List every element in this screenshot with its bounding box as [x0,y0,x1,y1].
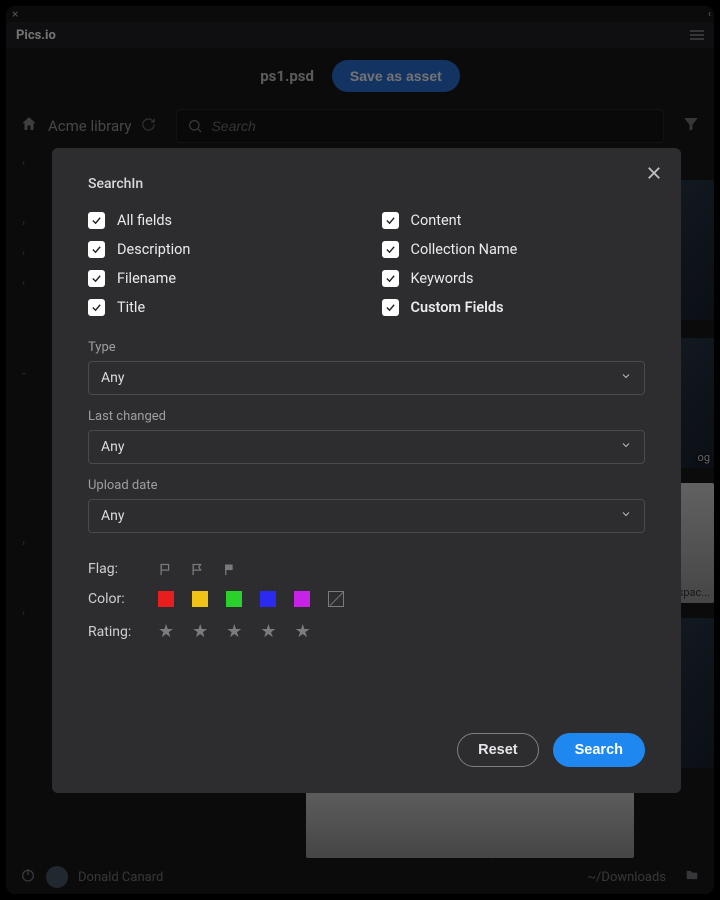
checkbox-icon [382,212,399,229]
checkbox-label: Description [117,241,190,258]
dropdown-value: Any [101,508,125,524]
checkbox-label: All fields [117,212,172,229]
rating-row: Rating: ★ ★ ★ ★ ★ [88,621,645,642]
star-icon[interactable]: ★ [192,621,208,642]
checkbox-icon [382,299,399,316]
dropdown-value: Any [101,439,125,455]
checkbox-label: Content [411,212,462,229]
upload-date-label: Upload date [88,478,645,493]
color-row: Color: [88,591,645,607]
last-changed-label: Last changed [88,409,645,424]
chevron-down-icon [620,508,632,524]
checkbox-content[interactable]: Content [382,212,646,229]
upload-date-dropdown[interactable]: Any [88,499,645,533]
dropdown-value: Any [101,370,125,386]
checkbox-label: Custom Fields [411,299,504,316]
checkbox-icon [382,270,399,287]
reset-button[interactable]: Reset [457,733,539,767]
color-swatch-blue[interactable] [260,591,276,607]
chevron-down-icon [620,370,632,386]
checkbox-icon [88,241,105,258]
star-icon[interactable]: ★ [260,621,276,642]
checkbox-keywords[interactable]: Keywords [382,270,646,287]
color-swatch-green[interactable] [226,591,242,607]
color-swatch-magenta[interactable] [294,591,310,607]
checkbox-all-fields[interactable]: All fields [88,212,352,229]
close-icon[interactable] [645,164,663,186]
flag-row: Flag: [88,561,645,577]
color-swatch-none[interactable] [328,591,344,607]
checkbox-filename[interactable]: Filename [88,270,352,287]
checkbox-label: Title [117,299,145,316]
color-label: Color: [88,591,140,607]
search-button[interactable]: Search [553,733,645,767]
rating-label: Rating: [88,624,140,640]
checkbox-label: Filename [117,270,176,287]
last-changed-dropdown[interactable]: Any [88,430,645,464]
checkbox-icon [88,212,105,229]
checkbox-icon [88,299,105,316]
type-label: Type [88,340,645,355]
checkbox-icon [88,270,105,287]
checkbox-description[interactable]: Description [88,241,352,258]
flag-filled-icon[interactable] [222,562,236,576]
advanced-search-modal: SearchIn All fields Content Description … [52,148,681,793]
color-swatch-yellow[interactable] [192,591,208,607]
star-icon[interactable]: ★ [295,621,311,642]
chevron-down-icon [620,439,632,455]
type-dropdown[interactable]: Any [88,361,645,395]
color-swatch-red[interactable] [158,591,174,607]
checkbox-title[interactable]: Title [88,299,352,316]
checkbox-collection-name[interactable]: Collection Name [382,241,646,258]
star-icon[interactable]: ★ [158,621,174,642]
checkbox-icon [382,241,399,258]
star-icon[interactable]: ★ [226,621,242,642]
checkbox-custom-fields[interactable]: Custom Fields [382,299,646,316]
flag-outline-icon[interactable] [190,562,204,576]
checkbox-label: Keywords [411,270,474,287]
flag-outline-icon[interactable] [158,562,172,576]
checkbox-label: Collection Name [411,241,518,258]
flag-label: Flag: [88,561,140,577]
modal-title: SearchIn [88,176,645,192]
